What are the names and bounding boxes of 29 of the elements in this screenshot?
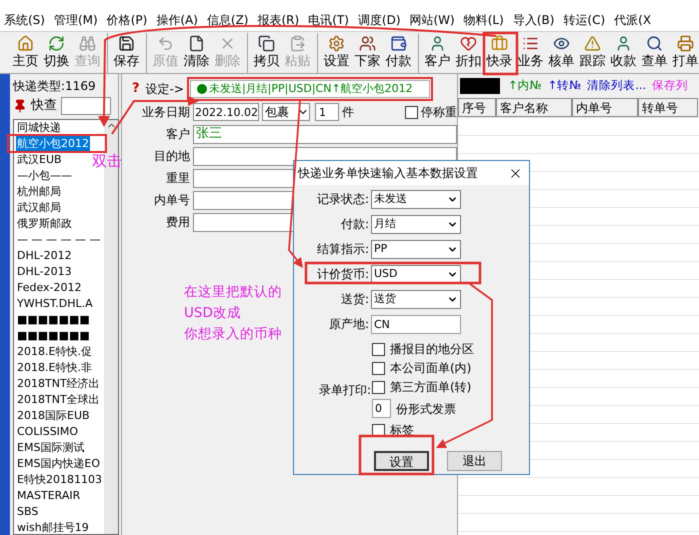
option-label: 标签	[390, 422, 414, 439]
option-label: 份形式发票	[396, 400, 456, 418]
dialog-title: 快递业务单快速输入基本数据设置	[298, 165, 479, 182]
field-label: 客户	[165, 126, 190, 143]
print-label: 录单打印:	[318, 382, 371, 398]
field-label: 内单号	[153, 192, 190, 209]
unit-label: 件	[342, 104, 354, 121]
option-label: 播报目的地分区	[390, 341, 474, 358]
dialog-field-label: 送货:	[340, 291, 370, 308]
field-label: 重里	[165, 170, 190, 187]
field-label: 目的地	[153, 148, 190, 165]
option-label: 第三方面单(转)	[390, 379, 472, 396]
quick-search-label: 快查	[31, 97, 57, 115]
dialog-field-label: 计价货币:	[316, 266, 370, 283]
stop-weigh-label: 停称重	[421, 104, 457, 121]
field-label: 费用	[165, 214, 190, 231]
dialog-field-label: 结算指示:	[316, 241, 370, 258]
dialog-field-label: 付款:	[340, 216, 370, 233]
option-label: 本公司面单(内)	[390, 360, 472, 377]
annotation-note: USD改成	[184, 304, 241, 323]
annotation-note: 你想录入的币种	[184, 325, 282, 344]
date-label: 业务日期	[141, 104, 190, 121]
dialog-field-label: 原产地:	[328, 316, 370, 333]
settings-summary-text: 未发送|月结|PP|USD|CN↑航空小包2012	[208, 80, 413, 97]
dialog-field-label: 记录状态:	[316, 191, 370, 208]
help-mark: ?	[132, 80, 140, 98]
annotation-note: 在这里把默认的	[184, 283, 282, 302]
settings-label: 设定->	[146, 81, 184, 98]
type-count-label: 快递类型:1169	[13, 78, 97, 94]
